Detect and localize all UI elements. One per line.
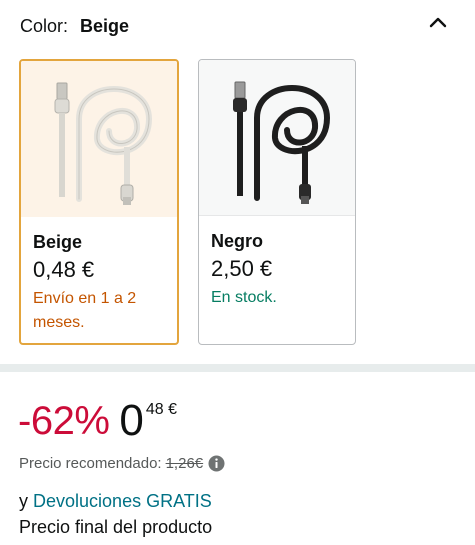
color-label: Color: <box>20 15 69 36</box>
price-block: -62% 0 48 € <box>18 398 177 444</box>
swatch-price: 2,50 € <box>211 256 273 281</box>
product-image-negro <box>199 60 355 216</box>
section-divider <box>0 364 475 372</box>
color-selector-header: Color: Beige <box>20 14 129 38</box>
usb-cable-image-negro <box>233 81 331 204</box>
discount-percentage: -62% <box>18 399 110 443</box>
swatch-availability: En stock. <box>211 289 277 306</box>
collapse-button[interactable] <box>427 11 449 33</box>
current-price: 0 48 € <box>119 398 177 444</box>
recommended-price: Precio recomendado: 1,26€ <box>19 455 225 472</box>
color-swatch-negro[interactable]: Negro 2,50 € En stock. <box>198 59 356 345</box>
final-price-note: Precio final del producto <box>19 517 213 537</box>
swatch-price: 0,48 € <box>33 257 95 282</box>
chevron-up-icon <box>429 17 447 28</box>
free-returns-link[interactable]: Devoluciones GRATIS <box>33 491 212 511</box>
selected-color-value: Beige <box>80 15 130 36</box>
price-whole: 0 <box>119 396 144 445</box>
swatch-availability: Envío en 1 a 2 meses. <box>33 290 137 331</box>
recommended-price-value: 1,26€ <box>165 455 204 472</box>
returns-line: y Devoluciones GRATIS <box>19 490 212 512</box>
swatch-name: Negro <box>211 231 264 251</box>
color-swatch-beige[interactable]: Beige 0,48 € Envío en 1 a 2 meses. <box>19 59 179 345</box>
usb-cable-image-beige <box>54 82 153 205</box>
recommended-price-label: Precio recomendado: <box>19 455 162 472</box>
swatch-name: Beige <box>33 232 83 252</box>
info-icon[interactable] <box>208 455 225 472</box>
price-fraction: 48 € <box>145 401 178 418</box>
returns-prefix: y <box>19 491 28 511</box>
product-image-beige <box>21 61 177 217</box>
